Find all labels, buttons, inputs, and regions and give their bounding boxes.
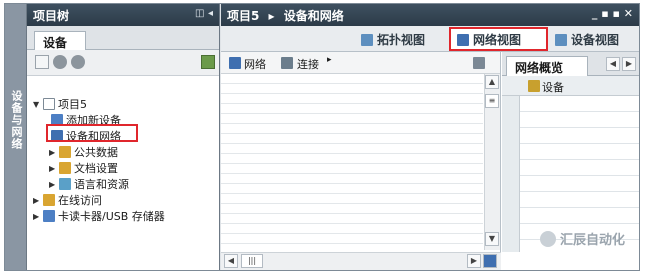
network-icon: [457, 33, 469, 46]
topology-view-label: 拓扑视图: [377, 33, 426, 47]
project-tree-header: 项目树 ◫ ◂: [27, 4, 219, 26]
breadcrumb-separator: ▸: [268, 9, 275, 23]
connections-dropdown-icon[interactable]: ▸: [327, 55, 332, 65]
side-tab-label: 设备与网络: [10, 90, 23, 150]
expand-right-icon: ▶: [49, 147, 56, 157]
scroll-right-icon[interactable]: ▶: [467, 254, 481, 268]
expand-right-icon: ▶: [33, 195, 40, 205]
tree-item-online-access[interactable]: ▶ 在线访问: [33, 192, 102, 208]
expand-down-icon: ▼: [33, 99, 40, 109]
column-device[interactable]: 设备: [542, 79, 564, 95]
tab-prev-icon[interactable]: ◀: [606, 57, 620, 71]
network-view-label: 网络视图: [473, 33, 522, 47]
scroll-thumb[interactable]: ≡: [485, 94, 499, 108]
canvas-vertical-scrollbar[interactable]: ▲ ≡ ▼: [484, 74, 500, 250]
tree-item-label: 文档设置: [74, 162, 118, 175]
scroll-down-icon[interactable]: ▼: [485, 232, 499, 246]
tree-item-label: 卡读卡器/USB 存储器: [58, 210, 165, 223]
tree-item-card-reader[interactable]: ▶ 卡读卡器/USB 存储器: [33, 208, 165, 224]
forward-icon[interactable]: [71, 55, 85, 69]
tree-toolbar: [27, 50, 219, 76]
project-icon: [43, 98, 55, 110]
tree-item-project[interactable]: ▼ 项目5: [33, 96, 87, 112]
network-mode-label[interactable]: 网络: [244, 56, 266, 72]
canvas-area[interactable]: [221, 74, 483, 250]
zoom-navigator-icon[interactable]: [483, 254, 497, 268]
editor-header: 项目5 ▸ 设备和网络 _ ▪ ▪ ✕: [221, 4, 639, 26]
device-column-icon: [528, 80, 540, 92]
project-tree-title: 项目树: [33, 9, 70, 23]
selection-highlight: [46, 124, 138, 142]
tab-devices[interactable]: 设备: [34, 31, 86, 51]
language-icon: [59, 178, 71, 190]
tree-header-controls[interactable]: ◫ ◂: [195, 8, 213, 19]
expand-right-icon: ▶: [49, 179, 56, 189]
tab-device-view[interactable]: 设备视图: [553, 30, 619, 49]
project-tree-body: ▼ 项目5 添加新设备 设备和网络 ▶ 公共数据 ▶ 文档设置 ▶ 语言和资源 …: [27, 76, 219, 270]
canvas-toolbar: 网络 连接 ▸: [221, 52, 500, 74]
breadcrumb-page: 设备和网络: [283, 9, 344, 23]
device-overview-icon[interactable]: [201, 55, 215, 69]
folder-icon: [59, 146, 71, 158]
device-icon: [555, 33, 567, 46]
tab-next-icon[interactable]: ▶: [622, 57, 636, 71]
project-tree-panel: 项目树 ◫ ◂ 设备 ▼ 项目5 添加新设备 设备和网络 ▶ 公共数据 ▶ 文档…: [27, 4, 220, 270]
tree-item-label: 公共数据: [74, 146, 118, 159]
expand-right-icon: ▶: [33, 211, 40, 221]
tree-item-doc-settings[interactable]: ▶ 文档设置: [49, 160, 118, 176]
toggle-overview-icon[interactable]: [473, 57, 485, 69]
network-mode-icon[interactable]: [229, 57, 241, 69]
tia-portal-window: 设备与网络 项目树 ◫ ◂ 设备 ▼ 项目5 添加新设备 设备和网络 ▶ 公共数…: [4, 3, 640, 271]
overview-table-header: 设备: [502, 76, 639, 96]
back-icon[interactable]: [53, 55, 67, 69]
canvas-horizontal-scrollbar[interactable]: ◀ ||| ▶: [221, 252, 501, 270]
tree-item-common-data[interactable]: ▶ 公共数据: [49, 144, 118, 160]
watermark: 汇辰自动化: [539, 229, 625, 248]
wechat-logo-icon: [539, 230, 556, 247]
tab-network-view[interactable]: 网络视图: [455, 30, 521, 49]
overview-tabs: 网络概览 ◀ ▶: [502, 52, 639, 76]
connections-icon[interactable]: [281, 57, 293, 69]
tree-item-languages[interactable]: ▶ 语言和资源: [49, 176, 129, 192]
scroll-left-icon[interactable]: ◀: [224, 254, 238, 268]
new-item-icon[interactable]: [35, 55, 49, 69]
topology-icon: [361, 33, 373, 46]
side-tab-devices-networks[interactable]: 设备与网络: [5, 4, 27, 270]
tree-item-label: 项目5: [58, 98, 87, 111]
device-view-label: 设备视图: [571, 33, 620, 47]
folder-icon: [59, 162, 71, 174]
hscroll-thumb[interactable]: |||: [241, 254, 263, 268]
tree-item-label: 在线访问: [58, 194, 102, 207]
folder-icon: [43, 194, 55, 206]
view-switcher: 拓扑视图 网络视图 设备视图: [221, 26, 639, 52]
tab-topology-view[interactable]: 拓扑视图: [359, 30, 425, 49]
tree-tabs: 设备: [27, 26, 219, 51]
network-canvas[interactable]: 网络 连接 ▸ ▲ ≡ ▼ ◀ ||| ▶: [221, 52, 501, 270]
tab-network-overview[interactable]: 网络概览: [506, 56, 588, 76]
connections-label[interactable]: 连接: [297, 56, 319, 72]
watermark-text: 汇辰自动化: [559, 233, 625, 248]
overview-row-header-column: [502, 96, 520, 252]
network-overview-panel: 网络概览 ◀ ▶ 设备 汇辰自动化: [502, 52, 639, 270]
expand-right-icon: ▶: [49, 163, 56, 173]
breadcrumb-project: 项目5: [227, 9, 260, 23]
window-controls[interactable]: _ ▪ ▪ ✕: [592, 7, 633, 20]
devices-networks-editor: 项目5 ▸ 设备和网络 _ ▪ ▪ ✕ 拓扑视图 网络视图 设备视图 网络 连接…: [221, 4, 639, 270]
card-reader-icon: [43, 210, 55, 222]
scroll-up-icon[interactable]: ▲: [485, 75, 499, 89]
tree-item-label: 语言和资源: [74, 178, 129, 191]
